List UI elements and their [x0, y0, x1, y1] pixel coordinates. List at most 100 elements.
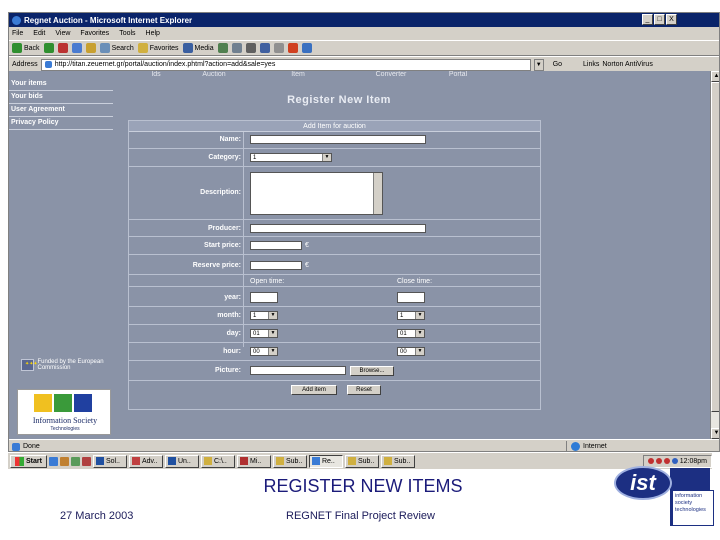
window-titlebar: Regnet Auction - Microsoft Internet Expl…: [9, 13, 719, 27]
taskbar-item[interactable]: Sub..: [344, 454, 379, 468]
taskbar-item[interactable]: Sol..: [92, 454, 127, 468]
open-year-input[interactable]: [250, 292, 278, 303]
quicklaunch-media-icon[interactable]: [81, 456, 91, 466]
print-icon[interactable]: [245, 43, 256, 53]
mail-icon[interactable]: [231, 43, 242, 53]
stop-icon[interactable]: [57, 43, 68, 53]
folder-icon: [275, 457, 284, 465]
reset-button[interactable]: Reset: [347, 385, 381, 395]
browse-button[interactable]: Browse...: [350, 366, 394, 376]
maximize-button[interactable]: □: [654, 14, 665, 25]
search-button[interactable]: Search: [99, 43, 134, 53]
tab-item[interactable]: Item: [243, 71, 353, 79]
toolbar: Back Search Favorites Media: [9, 40, 719, 56]
hour-label: hour:: [223, 348, 241, 355]
messenger-icon[interactable]: [301, 43, 312, 53]
address-label: Address: [12, 61, 38, 68]
close-hour-select[interactable]: 00 ▼: [397, 347, 425, 356]
left-menu-user-agreement[interactable]: User Agreement: [9, 104, 113, 117]
page-icon: [44, 61, 52, 68]
name-input[interactable]: [250, 135, 426, 144]
address-dropdown[interactable]: ▼: [533, 58, 544, 71]
ist-logo: Information Society Technologies: [17, 389, 111, 435]
start-price-input[interactable]: [250, 241, 302, 250]
history-icon[interactable]: [217, 43, 228, 53]
tab-portal[interactable]: Portal: [429, 71, 487, 79]
media-button[interactable]: Media: [182, 43, 214, 53]
refresh-icon[interactable]: [71, 43, 82, 53]
category-select[interactable]: 1 ▼: [250, 153, 332, 162]
close-month-select[interactable]: 1 ▼: [397, 311, 425, 320]
menu-favorites[interactable]: Favorites: [80, 30, 109, 37]
taskbar-item[interactable]: Un..: [164, 454, 199, 468]
search-icon: [99, 43, 110, 53]
description-textarea[interactable]: [250, 172, 383, 215]
taskbar-item[interactable]: Sub..: [272, 454, 307, 468]
menu-file[interactable]: File: [12, 30, 23, 37]
norton-button[interactable]: Norton AntiVirus: [602, 61, 652, 68]
reserve-price-input[interactable]: [250, 261, 302, 270]
chevron-down-icon: ▼: [415, 330, 424, 337]
form-header: Add Item for auction: [129, 121, 540, 132]
address-input[interactable]: http://titan.zeuernet.gr/portal/auction/…: [40, 58, 531, 71]
producer-input[interactable]: [250, 224, 426, 233]
links-button[interactable]: Links: [583, 61, 599, 68]
taskbar-item[interactable]: Adv..: [128, 454, 163, 468]
tab-auction[interactable]: Auction: [185, 71, 243, 79]
scroll-down-icon[interactable]: ▼: [711, 428, 719, 439]
taskbar-item[interactable]: C:\..: [200, 454, 235, 468]
left-menu-privacy-policy[interactable]: Privacy Policy: [9, 117, 113, 130]
edit-icon[interactable]: [259, 43, 270, 53]
taskbar-item-active[interactable]: Re..: [308, 454, 343, 468]
menu-view[interactable]: View: [55, 30, 70, 37]
media-icon: [182, 43, 193, 53]
tab-ids[interactable]: Ids: [127, 71, 185, 79]
menu-tools[interactable]: Tools: [119, 30, 135, 37]
tab-converter[interactable]: Converter: [353, 71, 429, 79]
quicklaunch-desktop-icon[interactable]: [70, 456, 80, 466]
picture-file-input[interactable]: [250, 366, 346, 375]
quicklaunch-ie-icon[interactable]: [48, 456, 58, 466]
left-menu-your-bids[interactable]: Your bids: [9, 91, 113, 104]
favorites-button[interactable]: Favorites: [137, 43, 179, 53]
page-done-icon: [12, 442, 20, 451]
start-button[interactable]: Start: [10, 454, 47, 468]
back-button[interactable]: Back: [12, 43, 40, 53]
close-year-input[interactable]: [397, 292, 425, 303]
go-button[interactable]: Go: [553, 61, 562, 68]
taskbar-item[interactable]: Sub..: [380, 454, 415, 468]
scroll-up-icon[interactable]: ▲: [711, 71, 719, 82]
ist-corner-logo: ist information society technologies: [614, 462, 716, 534]
quicklaunch-outlook-icon[interactable]: [59, 456, 69, 466]
open-day-select[interactable]: 01 ▼: [250, 329, 278, 338]
close-button[interactable]: X: [666, 14, 677, 25]
discuss-icon[interactable]: [273, 43, 284, 53]
add-item-button[interactable]: Add item: [291, 385, 337, 395]
close-day-select[interactable]: 01 ▼: [397, 329, 425, 338]
home-icon[interactable]: [85, 43, 96, 53]
scroll-thumb[interactable]: [711, 82, 719, 412]
open-hour-select[interactable]: 00 ▼: [250, 347, 278, 356]
name-label: Name:: [219, 136, 241, 143]
taskbar-item[interactable]: Mi..: [236, 454, 271, 468]
menu-edit[interactable]: Edit: [33, 30, 45, 37]
ie-icon: [311, 457, 320, 465]
textarea-scrollbar[interactable]: [373, 173, 382, 214]
start-price-currency: €: [305, 242, 309, 249]
open-month-select[interactable]: 1 ▼: [250, 311, 278, 320]
ist-tile-yellow: [34, 394, 52, 412]
security-zone: Internet: [566, 440, 607, 451]
menu-help[interactable]: Help: [146, 30, 160, 37]
back-arrow-icon: [12, 43, 22, 53]
status-bar: Done Internet: [9, 439, 719, 451]
research-icon[interactable]: [287, 43, 298, 53]
minimize-button[interactable]: _: [642, 14, 653, 25]
left-menu-your-items[interactable]: Your items: [9, 78, 113, 91]
forward-arrow-icon[interactable]: [43, 43, 54, 53]
window-icon: [131, 457, 140, 465]
chevron-down-icon: ▼: [268, 348, 277, 355]
page-scrollbar[interactable]: ▲ ▼: [710, 71, 719, 439]
window-icon: [95, 457, 104, 465]
folder-icon: [347, 457, 356, 465]
web-page: Ids Auction Item Converter Portal Your i…: [9, 71, 710, 439]
